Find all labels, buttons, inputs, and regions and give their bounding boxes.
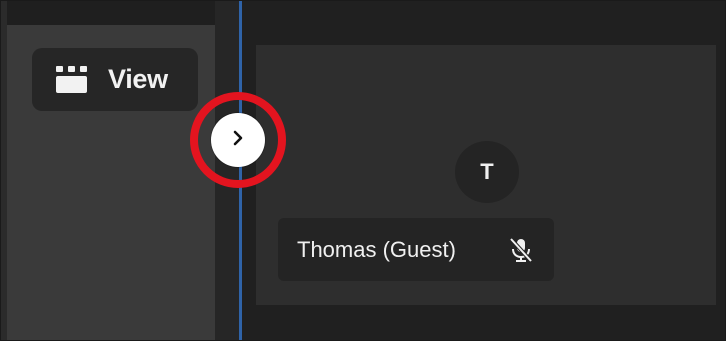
- view-button-label: View: [108, 64, 168, 94]
- avatar-initial: T: [480, 159, 494, 184]
- grid-layout-icon: [54, 65, 90, 95]
- chevron-right-icon: [228, 128, 248, 153]
- view-button[interactable]: View: [32, 48, 198, 111]
- participant-avatar: T: [455, 141, 519, 203]
- mic-muted-icon: [506, 235, 536, 265]
- expand-panel-button[interactable]: [211, 113, 265, 167]
- participant-name: Thomas (Guest): [297, 236, 456, 262]
- participant-name-plate: Thomas (Guest): [278, 218, 554, 281]
- panel-gutter: [215, 1, 239, 340]
